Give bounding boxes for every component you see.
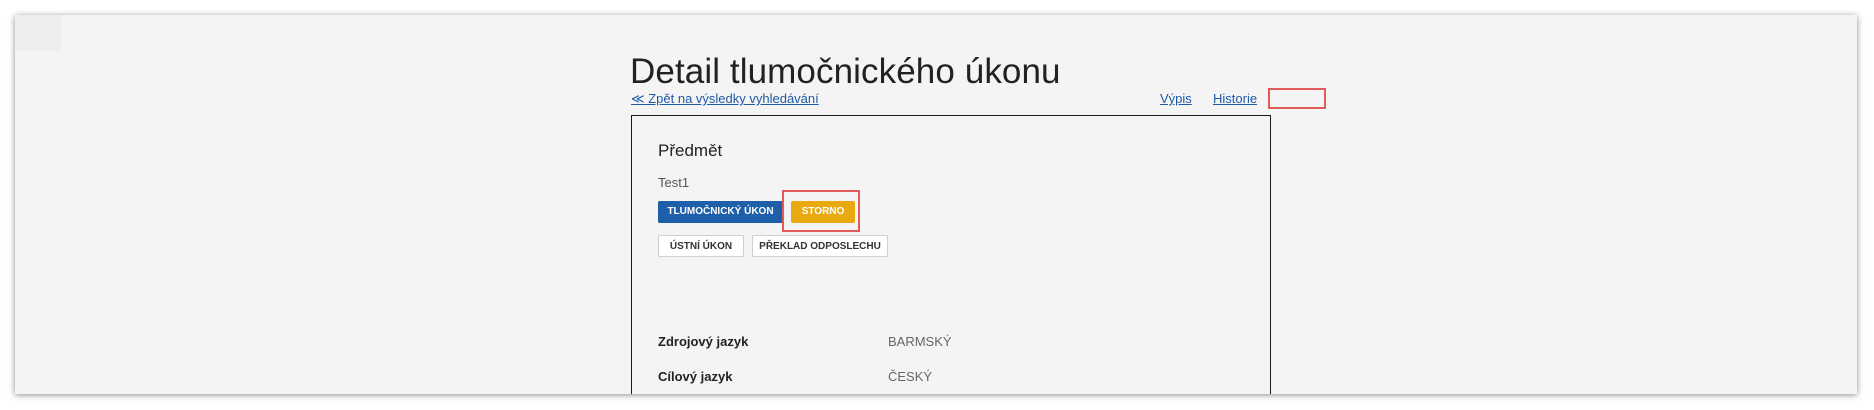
source-language-value: BARMSKÝ [888,334,952,349]
subject-value: Test1 [658,175,690,190]
target-language-label: Cílový jazyk [658,369,733,384]
section-heading: Předmět [658,141,723,160]
highlight-marker-empty [1268,88,1326,109]
storno-button[interactable]: STORNO [791,201,855,223]
ustni-ukon-button[interactable]: ÚSTNÍ ÚKON [658,235,744,257]
corner-tab [15,15,61,51]
app-frame: Detail tlumočnického úkonu ≪ Zpět na výs… [15,15,1857,394]
back-to-results-link[interactable]: ≪ Zpět na výsledky vyhledávání [631,91,819,107]
tlumocnicky-ukon-button[interactable]: TLUMOČNICKÝ ÚKON [658,201,783,223]
target-language-value: ČESKÝ [888,369,933,384]
detail-card: Předmět Test1 TLUMOČNICKÝ ÚKON STORNO ÚS… [631,115,1271,394]
preklad-odposlechu-button[interactable]: PŘEKLAD ODPOSLECHU [752,235,888,257]
vypis-link[interactable]: Výpis [1160,91,1192,106]
page-title: Detail tlumočnického úkonu [630,52,1061,92]
source-language-label: Zdrojový jazyk [658,334,749,349]
historie-link[interactable]: Historie [1213,91,1257,106]
